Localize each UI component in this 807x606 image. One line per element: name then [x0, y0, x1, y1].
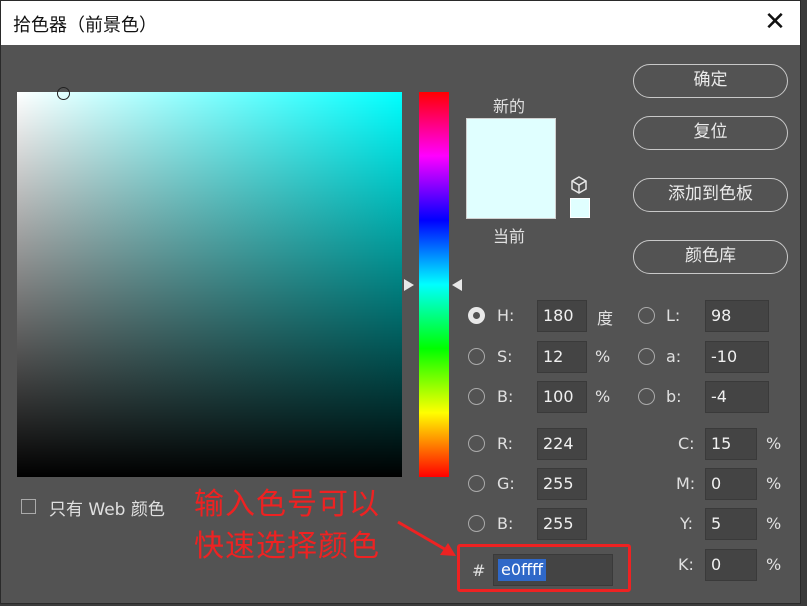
title-bar: 拾色器（前景色） ✕ — [1, 1, 800, 45]
l-label: L: — [666, 306, 681, 325]
radio-r[interactable] — [468, 435, 485, 452]
close-icon[interactable]: ✕ — [760, 7, 790, 37]
g-input[interactable]: 255 — [537, 468, 587, 500]
web-safe-cube-icon[interactable] — [570, 176, 588, 194]
l-input[interactable]: 98 — [705, 300, 769, 332]
r-input[interactable]: 224 — [537, 428, 587, 460]
lab-b-input[interactable]: -4 — [705, 381, 769, 413]
web-only-label: 只有 Web 颜色 — [49, 500, 165, 520]
c-input[interactable]: 15 — [705, 428, 757, 460]
a-input[interactable]: -10 — [705, 341, 769, 373]
rgb-b-label: B: — [497, 514, 514, 533]
annotation-highlight-box — [457, 544, 631, 592]
annotation-line-2: 快速选择颜色 — [194, 529, 380, 564]
new-color-label: 新的 — [493, 97, 526, 116]
reset-button[interactable]: 复位 — [633, 116, 788, 150]
h-input[interactable]: 180 — [537, 300, 587, 332]
hue-slider[interactable] — [419, 92, 449, 477]
ok-button[interactable]: 确定 — [633, 64, 788, 98]
hue-slider-right-arrow-icon[interactable] — [452, 279, 462, 291]
g-label: G: — [497, 474, 515, 493]
s-input[interactable]: 12 — [537, 341, 587, 373]
s-unit: % — [595, 347, 611, 366]
color-picker-dialog: 拾色器（前景色） ✕ 新的 当前 确定 复位 添加到色板 颜色库 H: 180 … — [0, 0, 801, 604]
color-libraries-button[interactable]: 颜色库 — [633, 240, 788, 274]
radio-rgb-b[interactable] — [468, 515, 485, 532]
annotation-line-1: 输入色号可以 — [194, 487, 380, 522]
web-safe-color-swatch[interactable] — [570, 198, 590, 218]
k-label: K: — [678, 555, 694, 574]
color-field[interactable] — [17, 92, 402, 477]
b-input[interactable]: 100 — [537, 381, 587, 413]
color-field-marker[interactable] — [57, 87, 70, 100]
radio-b[interactable] — [468, 388, 485, 405]
radio-l[interactable] — [638, 307, 655, 324]
r-label: R: — [497, 434, 514, 453]
y-label: Y: — [680, 514, 694, 533]
m-label: M: — [676, 474, 696, 493]
rgb-b-input[interactable]: 255 — [537, 508, 587, 540]
radio-s[interactable] — [468, 348, 485, 365]
radio-g[interactable] — [468, 475, 485, 492]
window-title: 拾色器（前景色） — [13, 15, 157, 36]
radio-lab-b[interactable] — [638, 388, 655, 405]
b-unit: % — [595, 387, 611, 406]
radio-a[interactable] — [638, 348, 655, 365]
k-unit: % — [766, 555, 782, 574]
lab-b-label: b: — [666, 387, 682, 406]
current-color-swatch[interactable] — [466, 168, 556, 219]
h-label: H: — [497, 306, 515, 325]
y-unit: % — [766, 514, 782, 533]
a-label: a: — [666, 347, 682, 366]
new-color-swatch — [466, 118, 556, 168]
b-label: B: — [497, 387, 514, 406]
h-unit: 度 — [597, 309, 614, 328]
m-input[interactable]: 0 — [705, 468, 757, 500]
m-unit: % — [766, 474, 782, 493]
c-unit: % — [766, 434, 782, 453]
s-label: S: — [497, 347, 513, 366]
c-label: C: — [678, 434, 695, 453]
radio-h[interactable] — [468, 307, 485, 324]
y-input[interactable]: 5 — [705, 508, 757, 540]
web-only-checkbox[interactable] — [21, 499, 36, 514]
annotation-arrow-icon — [397, 520, 456, 556]
hue-slider-left-arrow-icon[interactable] — [404, 279, 414, 291]
k-input[interactable]: 0 — [705, 549, 757, 581]
add-to-swatches-button[interactable]: 添加到色板 — [633, 178, 788, 212]
current-color-label: 当前 — [493, 227, 526, 246]
